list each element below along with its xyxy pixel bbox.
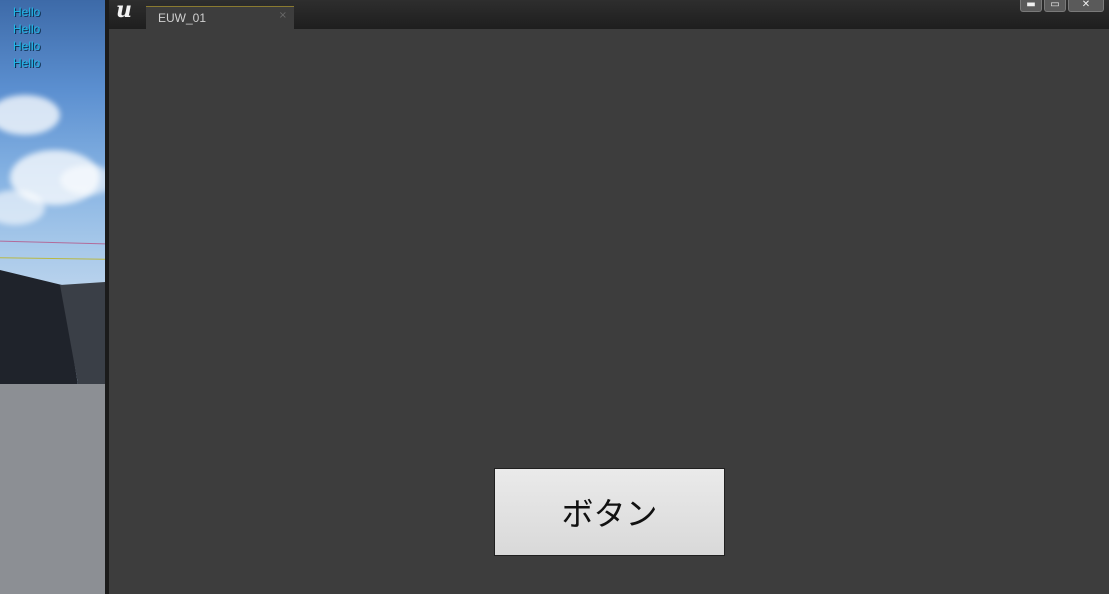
action-button[interactable]: ボタン: [494, 468, 725, 556]
unreal-logo-icon: u: [116, 0, 132, 23]
debug-message: Hello: [13, 56, 41, 70]
debug-message: Hello: [13, 5, 41, 19]
minimize-button[interactable]: ▬: [1020, 0, 1042, 12]
close-button[interactable]: ✕: [1068, 0, 1104, 12]
scene-floor: [0, 384, 105, 594]
debug-message-list: Hello Hello Hello Hello: [13, 4, 40, 72]
game-viewport: Hello Hello Hello Hello: [0, 0, 105, 594]
tab-euw-01[interactable]: EUW_01 ×: [146, 6, 294, 29]
debug-message: Hello: [13, 39, 41, 53]
cloud: [0, 95, 60, 135]
debug-message: Hello: [13, 22, 41, 36]
maximize-button[interactable]: ▭: [1044, 0, 1066, 12]
tab-close-icon[interactable]: ×: [279, 10, 287, 21]
debug-line-yellow: [0, 257, 105, 260]
debug-line-magenta: [0, 240, 105, 245]
window-controls: ▬ ▭ ✕: [1020, 0, 1104, 12]
tab-label: EUW_01: [158, 11, 207, 25]
